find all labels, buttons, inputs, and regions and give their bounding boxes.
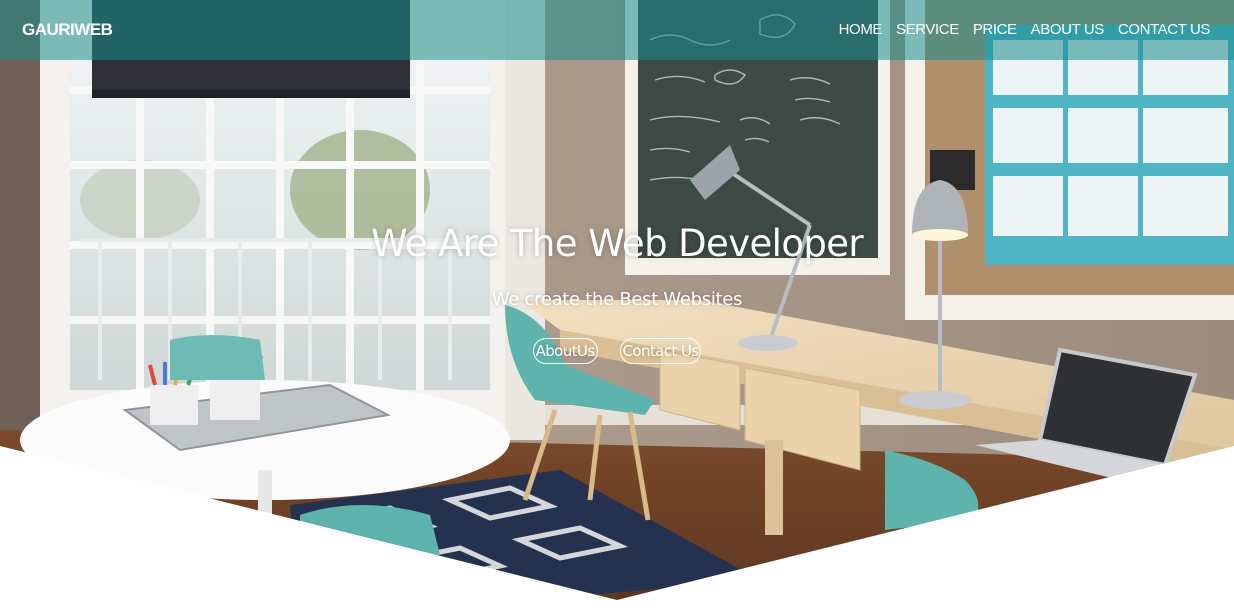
nav-link-home[interactable]: HOME [839, 21, 883, 38]
nav-item-contact: CONTACT US [1118, 21, 1211, 39]
nav-item-service: SERVICE [896, 21, 959, 39]
nav-link-contact-us[interactable]: CONTACT US [1118, 21, 1211, 38]
nav-item-about: ABOUT US [1031, 21, 1105, 39]
about-us-button[interactable]: AboutUs [532, 338, 598, 364]
contact-us-button[interactable]: Contact Us [619, 338, 702, 364]
nav-link-about-us[interactable]: ABOUT US [1031, 21, 1105, 38]
navbar: GAURIWEB HOME SERVICE PRICE ABOUT US CON… [0, 0, 1234, 60]
nav-link-service[interactable]: SERVICE [896, 21, 959, 38]
hero-subtitle: We create the Best Websites [491, 289, 743, 310]
nav-item-price: PRICE [973, 21, 1017, 39]
hero-buttons: AboutUs Contact Us [0, 338, 1234, 364]
hero-title: We Are The Web Developer [370, 222, 864, 265]
nav-menu: HOME SERVICE PRICE ABOUT US CONTACT US [839, 21, 1211, 39]
nav-item-home: HOME [839, 21, 883, 39]
hero-content: We Are The Web Developer We create the B… [0, 222, 1234, 364]
nav-link-price[interactable]: PRICE [973, 21, 1017, 38]
brand-logo[interactable]: GAURIWEB [22, 20, 113, 40]
hero-section: GAURIWEB HOME SERVICE PRICE ABOUT US CON… [0, 0, 1234, 610]
